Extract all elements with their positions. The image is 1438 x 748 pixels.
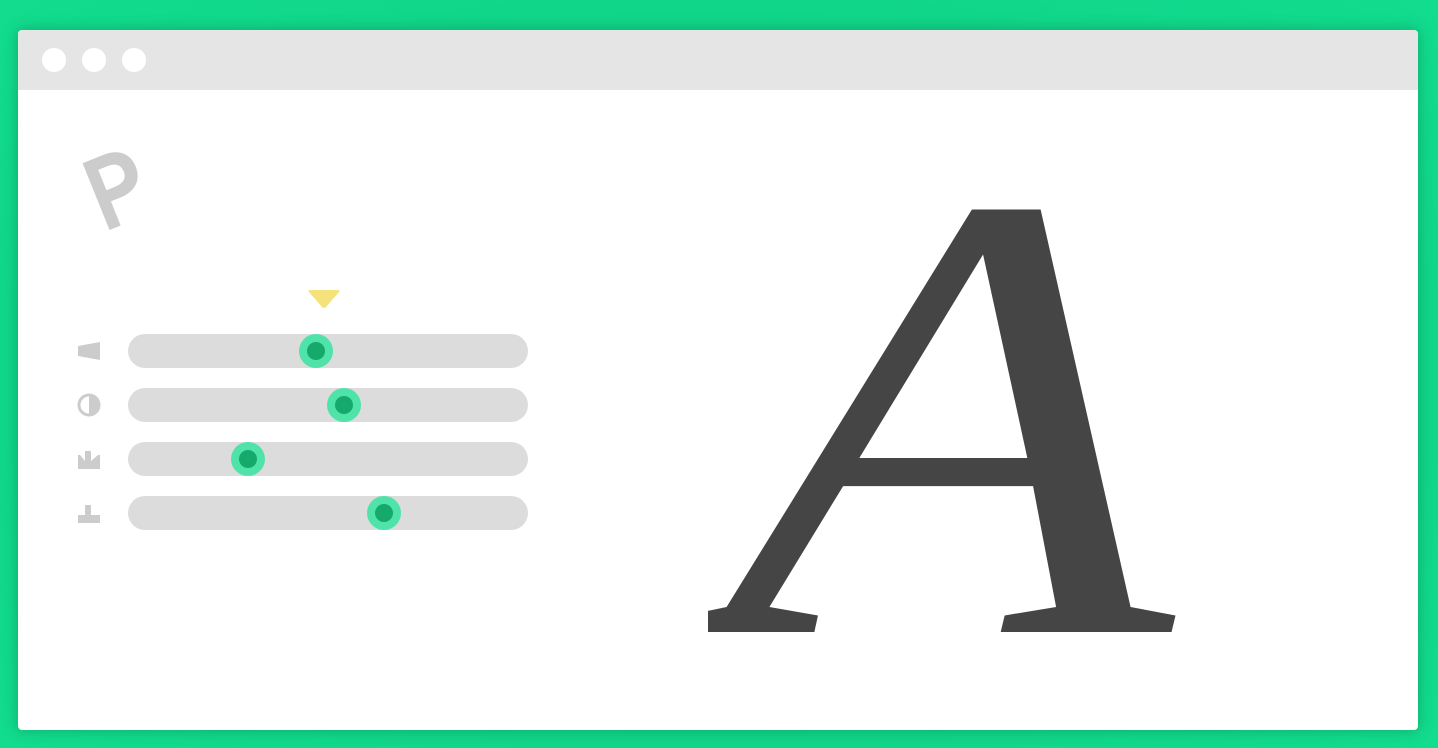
contrast-slider-thumb[interactable] [327,388,361,422]
close-window-button[interactable] [42,48,66,72]
glyph-preview: A [708,160,1183,660]
title-bar [18,30,1418,90]
triangle-down-icon [308,290,340,308]
slider-row-contrast [76,388,536,422]
preview-glyph-letter: A [708,160,1183,660]
contrast-slider[interactable] [128,388,528,422]
maximize-window-button[interactable] [122,48,146,72]
serif-bottom-slider[interactable] [128,442,528,476]
app-window: A [18,30,1418,730]
p-logo-icon [82,152,138,230]
width-slider[interactable] [128,334,528,368]
slider-row-serif-top [76,496,536,530]
slider-row-serif-bottom [76,442,536,476]
width-slider-thumb[interactable] [299,334,333,368]
minimize-window-button[interactable] [82,48,106,72]
serif-top-slider[interactable] [128,496,528,530]
serif-top-slider-thumb[interactable] [367,496,401,530]
serif-bottom-slider-thumb[interactable] [231,442,265,476]
serif-bottom-icon [78,451,100,469]
width-wedge-icon [78,342,100,360]
slider-row-width [76,334,536,368]
serif-top-icon [78,505,100,523]
contrast-half-circle-icon [77,393,101,417]
